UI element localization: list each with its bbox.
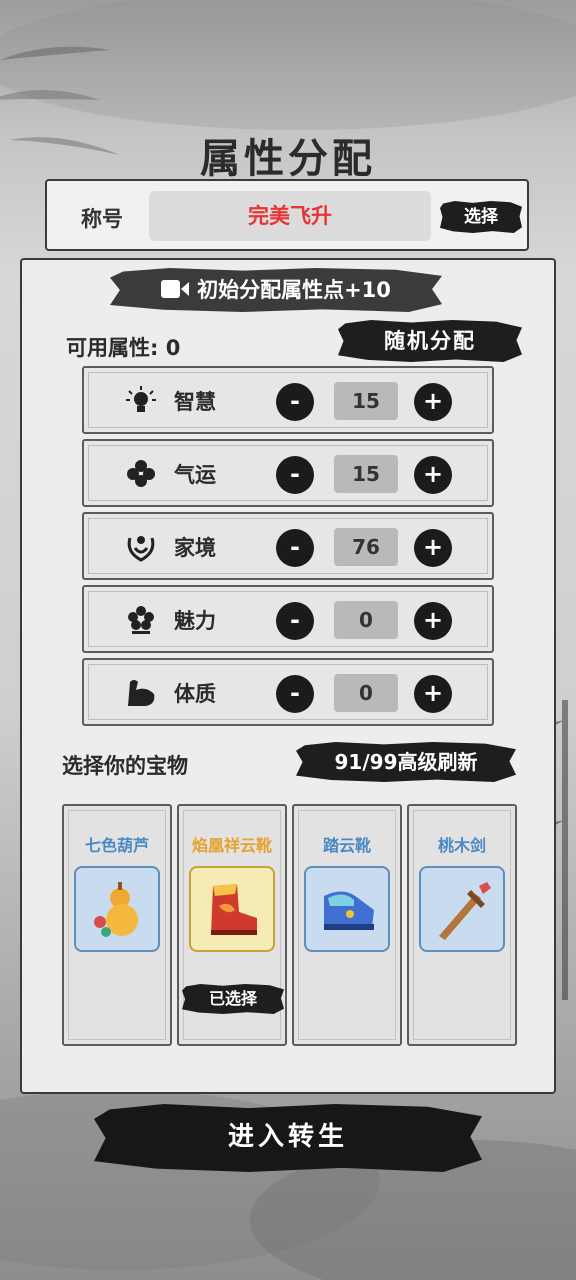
- treasure-name: 桃木剑: [437, 836, 486, 855]
- treasure-image-frame: [304, 866, 390, 952]
- attribute-value: 76: [334, 528, 398, 566]
- increase-constitution-button[interactable]: +: [414, 675, 452, 713]
- increase-family-button[interactable]: +: [414, 529, 452, 567]
- attribute-value: 15: [334, 382, 398, 420]
- title-value-field: 完美飞升: [149, 191, 431, 241]
- treasure-card-cloud-boots[interactable]: 踏云靴: [292, 804, 402, 1046]
- family-icon: [127, 536, 155, 562]
- random-allocate-button[interactable]: 随机分配: [338, 320, 522, 362]
- available-points-label: 可用属性: 0: [66, 336, 181, 360]
- treasure-section-label: 选择你的宝物: [62, 754, 188, 778]
- muscle-icon: [128, 680, 155, 706]
- enter-rebirth-button[interactable]: 进入转生: [94, 1104, 482, 1172]
- title-section: 称号 完美飞升 选择: [45, 179, 529, 251]
- treasure-name: 踏云靴: [322, 836, 371, 855]
- title-label: 称号: [81, 207, 123, 231]
- attribute-row-constitution: 体质 - 0 +: [82, 658, 494, 726]
- bonus-points-video-button[interactable]: 初始分配属性点+10: [110, 268, 442, 312]
- decrease-charm-button[interactable]: -: [276, 602, 314, 640]
- attribute-value: 0: [334, 601, 398, 639]
- page-title: 属性分配: [200, 135, 376, 182]
- treasure-name: 七色葫芦: [84, 836, 149, 855]
- flower-icon: [128, 606, 154, 634]
- attribute-name: 智慧: [174, 390, 216, 414]
- treasure-image-frame: [74, 866, 160, 952]
- attribute-value: 15: [334, 455, 398, 493]
- advanced-refresh-button[interactable]: 91/99高级刷新: [296, 742, 516, 782]
- decrease-luck-button[interactable]: -: [276, 456, 314, 494]
- attribute-name: 魅力: [174, 609, 216, 633]
- attribute-row-charm: 魅力 - 0 +: [82, 585, 494, 653]
- video-icon: [161, 280, 190, 298]
- attribute-panel: 初始分配属性点+10 可用属性: 0 随机分配 智慧 - 15 + 气运 - 1…: [20, 258, 556, 1094]
- attribute-row-luck: 气运 - 15 +: [82, 439, 494, 507]
- lightbulb-icon: [126, 386, 156, 412]
- attribute-name: 体质: [174, 682, 216, 706]
- blue-boots-icon: [324, 891, 374, 930]
- wooden-sword-icon: [439, 882, 491, 940]
- treasure-name: 焰凰祥云靴: [191, 836, 272, 855]
- bonus-points-label: 初始分配属性点+10: [197, 278, 391, 302]
- treasure-card-gourd[interactable]: 七色葫芦: [62, 804, 172, 1046]
- selected-badge: 已选择: [182, 984, 284, 1014]
- increase-wisdom-button[interactable]: +: [414, 383, 452, 421]
- attribute-name: 家境: [174, 536, 216, 560]
- increase-luck-button[interactable]: +: [414, 456, 452, 494]
- attribute-row-family: 家境 - 76 +: [82, 512, 494, 580]
- gourd-icon: [94, 882, 138, 937]
- attribute-row-wisdom: 智慧 - 15 +: [82, 366, 494, 434]
- clover-icon: [127, 460, 155, 487]
- treasure-image-frame: [419, 866, 505, 952]
- decrease-family-button[interactable]: -: [276, 529, 314, 567]
- red-boots-icon: [211, 884, 257, 935]
- treasure-card-peachwood-sword[interactable]: 桃木剑: [407, 804, 517, 1046]
- select-title-button[interactable]: 选择: [440, 201, 522, 233]
- attribute-value: 0: [334, 674, 398, 712]
- attribute-name: 气运: [174, 463, 216, 487]
- increase-charm-button[interactable]: +: [414, 602, 452, 640]
- decrease-wisdom-button[interactable]: -: [276, 383, 314, 421]
- decrease-constitution-button[interactable]: -: [276, 675, 314, 713]
- treasure-card-phoenix-boots[interactable]: 焰凰祥云靴 已选择: [177, 804, 287, 1046]
- treasure-image-frame: [189, 866, 275, 952]
